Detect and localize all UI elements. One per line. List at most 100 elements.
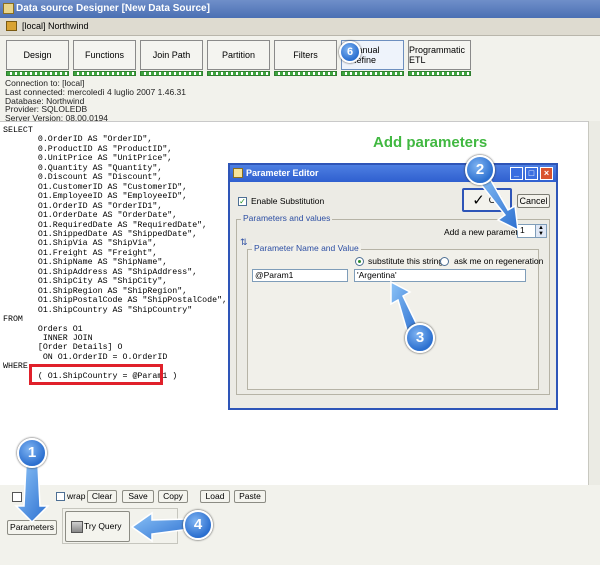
window-title-bar: Data source Designer [New Data Source] — [0, 0, 600, 18]
sql-text[interactable]: SELECT 0.OrderID AS "OrderID", 0.Product… — [3, 126, 227, 381]
sql-line: O1.EmployeeID AS "EmployeeID", — [3, 192, 188, 202]
minimize-icon[interactable]: _ — [510, 167, 523, 180]
window-title: Data source Designer [New Data Source] — [16, 3, 210, 14]
wrap-label: wrap — [67, 491, 86, 501]
parameters-group-label: Parameters and values — [241, 213, 333, 223]
tab-label: Join Path — [152, 50, 191, 60]
add-parameter-stepper[interactable]: 1 ▲ ▼ — [517, 224, 547, 238]
try-query-label: Try Query — [84, 521, 122, 531]
dialog-title: Parameter Editor — [246, 168, 319, 178]
sql-line: 0.ProductID AS "ProductID", — [3, 144, 173, 154]
callout-1: 1 — [17, 438, 47, 468]
sql-line: O1.OrderID AS "OrderID1", — [3, 201, 163, 211]
tab-label: Programmatic ETL — [409, 45, 466, 65]
sql-line: 0.Quantity AS "Quantity", — [3, 163, 163, 173]
tab-indicator — [207, 71, 270, 76]
sql-line: O1.CustomerID AS "CustomerID", — [3, 182, 188, 192]
sql-line: O1.ShipVia AS "ShipVia", — [3, 239, 158, 249]
tab-design[interactable]: Design — [6, 40, 69, 70]
tab-indicator — [274, 71, 337, 76]
parameter-name-field[interactable]: @Param1 — [252, 269, 348, 282]
tab-label: Functions — [84, 50, 125, 60]
load-label: Load — [205, 491, 225, 501]
try-query-button[interactable]: Try Query — [65, 511, 130, 542]
sql-line: 0.UnitPrice AS "UnitPrice", — [3, 154, 173, 164]
add-parameter-label: Add a new parameter: — [444, 227, 528, 237]
parameter-value-field[interactable]: 'Argentina' — [354, 269, 526, 282]
tab-indicator — [341, 71, 404, 76]
parameter-name-value-label: Parameter Name and Value — [252, 243, 361, 253]
tab-partition[interactable]: Partition — [207, 40, 270, 70]
sql-line: INNER JOIN — [3, 333, 93, 343]
substitute-string-label: substitute this string: — [368, 256, 446, 266]
parameters-label: Parameters — [10, 522, 54, 532]
tab-filters[interactable]: Filters — [274, 40, 337, 70]
sql-line: O1.ShipPostalCode AS "ShipPostalCode", — [3, 296, 228, 306]
tab-join-path[interactable]: Join Path — [140, 40, 203, 70]
dialog-title-bar[interactable]: Parameter Editor _ □ × — [230, 165, 556, 182]
sql-line: FROM — [3, 315, 23, 325]
sql-line: O1.ShipRegion AS "ShipRegion", — [3, 286, 188, 296]
query-icon — [71, 521, 83, 533]
ok-label: OK — [488, 195, 502, 205]
tab-indicator — [140, 71, 203, 76]
save-label: Save — [128, 491, 148, 501]
save-button[interactable]: Save — [122, 490, 154, 503]
ask-on-regeneration-label: ask me on regeneration — [454, 256, 544, 266]
cancel-label: Cancel — [519, 196, 548, 206]
sql-line: O1.ShipAddress AS "ShipAddress", — [3, 267, 198, 277]
callout-4: 4 — [183, 510, 213, 540]
sql-line: [Order Details] O — [3, 343, 123, 353]
sql-line: ON O1.OrderID = O.OrderID — [3, 352, 168, 362]
tab-label: Design — [23, 50, 52, 60]
connection-info: Connection to: [local] Last connected: m… — [5, 79, 405, 123]
paste-label: Paste — [239, 491, 261, 501]
dialog-icon — [233, 168, 243, 178]
substitute-string-radio[interactable] — [355, 257, 364, 266]
data-source-label: [local] Northwind — [22, 21, 89, 31]
data-source-bar[interactable]: [local] Northwind — [0, 18, 600, 36]
clear-label: Clear — [91, 491, 113, 501]
load-button[interactable]: Load — [200, 490, 230, 503]
callout-6: 6 — [339, 41, 361, 63]
cancel-button[interactable]: Cancel — [517, 194, 550, 208]
callout-3: 3 — [405, 323, 435, 353]
where-clause-highlight — [29, 364, 163, 385]
close-icon[interactable]: × — [540, 167, 553, 180]
sql-line: O1.OrderDate AS "OrderDate", — [3, 211, 178, 221]
sql-line: O1.ShipName AS "ShipName", — [3, 258, 168, 268]
parameter-value-text: 'Argentina' — [357, 270, 397, 280]
view-toggle-icon[interactable] — [25, 492, 35, 502]
tab-indicator — [6, 71, 69, 76]
clear-button[interactable]: Clear — [87, 490, 117, 503]
tutorial-heading: Add parameters — [373, 134, 488, 151]
sql-line: O1.ShipCountry AS "ShipCountry" — [3, 305, 193, 315]
sql-line: O1.Freight AS "Freight", — [3, 248, 158, 258]
view-toggle-icon[interactable] — [12, 492, 22, 502]
tab-label: Partition — [221, 50, 256, 60]
ok-button[interactable]: ✓ OK — [462, 188, 512, 212]
ask-on-regeneration-radio[interactable] — [440, 257, 449, 266]
vertical-scrollbar[interactable] — [588, 121, 600, 485]
parameters-button[interactable]: Parameters — [7, 520, 57, 535]
spin-arrows-icon[interactable]: ▲ ▼ — [535, 225, 546, 237]
add-parameter-value: 1 — [520, 225, 525, 235]
sql-line: 0.OrderID AS "OrderID", — [3, 135, 153, 145]
tab-label: Filters — [293, 50, 318, 60]
paste-button[interactable]: Paste — [234, 490, 266, 503]
tab-programmatic-etl[interactable]: Programmatic ETL — [408, 40, 471, 70]
maximize-icon[interactable]: □ — [525, 167, 538, 180]
checkmark-icon: ✓ — [472, 192, 485, 209]
tab-functions[interactable]: Functions — [73, 40, 136, 70]
wrap-checkbox[interactable] — [56, 492, 65, 501]
sql-line: Orders O1 — [3, 324, 83, 334]
enable-substitution-label: Enable Substitution — [251, 196, 325, 206]
copy-button[interactable]: Copy — [158, 490, 188, 503]
drag-handle-icon[interactable]: ⇅ — [240, 237, 248, 248]
app-icon — [3, 3, 14, 14]
parameter-editor-dialog: Parameter Editor _ □ × ✓ Enable Substitu… — [228, 163, 558, 410]
database-icon — [6, 21, 17, 31]
enable-substitution-checkbox[interactable]: ✓ — [238, 197, 247, 206]
tab-indicator — [73, 71, 136, 76]
sql-line: O1.RequiredDate AS "RequiredDate", — [3, 220, 208, 230]
